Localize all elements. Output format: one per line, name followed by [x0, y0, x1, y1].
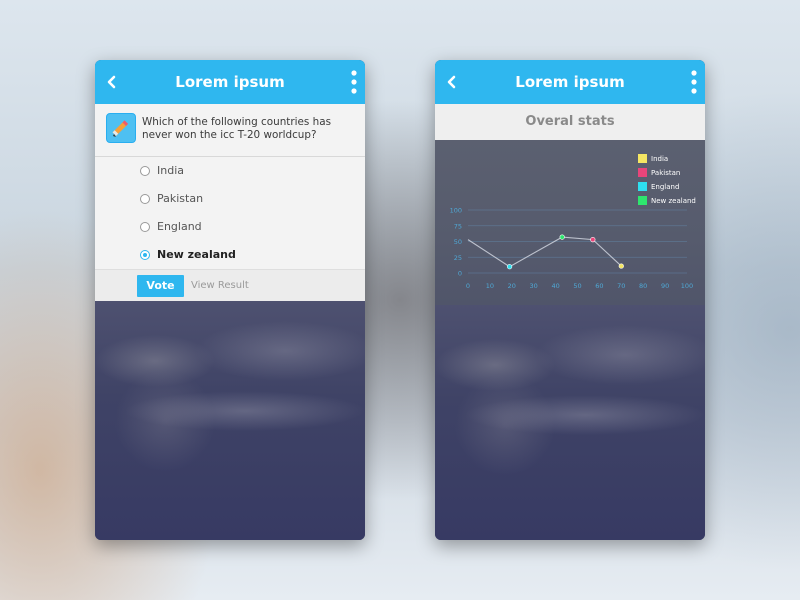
more-menu-icon[interactable]	[690, 70, 698, 94]
legend-label: Pakistan	[651, 169, 680, 177]
x-tick-label: 50	[573, 282, 581, 290]
action-row: Vote View Result	[95, 270, 365, 301]
radio-button-selected[interactable]	[140, 250, 150, 260]
chart-svg: India Pakistan England New zealand 0 25 50 75 10…	[450, 154, 696, 290]
option-label: India	[157, 164, 184, 177]
option-india[interactable]: India	[95, 157, 365, 186]
y-tick-label: 100	[450, 207, 462, 215]
vote-button[interactable]: Vote	[137, 275, 184, 297]
radio-button[interactable]	[140, 194, 150, 204]
y-tick-label: 25	[454, 254, 462, 262]
x-tick-label: 0	[466, 282, 470, 290]
x-tick-label: 10	[486, 282, 494, 290]
legend-swatch	[638, 182, 647, 191]
background-image	[95, 301, 365, 540]
stats-title: Overal stats	[525, 114, 615, 129]
data-point	[507, 264, 513, 270]
x-tick-label: 80	[639, 282, 647, 290]
more-menu-icon[interactable]	[350, 70, 358, 94]
question-panel: Which of the following countries has nev…	[95, 104, 365, 157]
x-tick-label: 60	[595, 282, 603, 290]
x-tick-label: 90	[661, 282, 669, 290]
option-label: Pakistan	[157, 192, 204, 205]
view-result-link[interactable]: View Result	[191, 280, 249, 291]
option-new-zealand[interactable]: New zealand	[95, 241, 365, 270]
y-tick-label: 50	[454, 238, 462, 246]
legend-label: England	[651, 183, 679, 191]
x-tick-label: 20	[508, 282, 516, 290]
pencil-icon	[106, 113, 136, 143]
option-england[interactable]: England	[95, 213, 365, 242]
top-bar: Lorem ipsum	[95, 60, 365, 104]
data-point	[590, 237, 596, 243]
line-chart: India Pakistan England New zealand 0 25 50 75 10…	[435, 140, 705, 305]
radio-button[interactable]	[140, 222, 150, 232]
legend-swatch	[638, 154, 647, 163]
y-tick-label: 0	[458, 270, 462, 278]
stats-header: Overal stats	[435, 104, 705, 141]
x-tick-label: 70	[617, 282, 625, 290]
stats-screen: Lorem ipsum Overal stats India Pakistan En…	[435, 60, 705, 540]
background-image	[435, 305, 705, 540]
top-bar: Lorem ipsum	[435, 60, 705, 104]
page-title: Lorem ipsum	[515, 73, 625, 91]
x-tick-label: 100	[681, 282, 693, 290]
legend-label: New zealand	[651, 197, 696, 205]
page-title: Lorem ipsum	[175, 73, 285, 91]
poll-screen: Lorem ipsum Which of the following count…	[95, 60, 365, 540]
y-tick-label: 75	[454, 222, 462, 230]
data-point	[559, 234, 565, 240]
data-point	[618, 263, 624, 269]
legend-swatch	[638, 196, 647, 205]
option-label: England	[157, 220, 202, 233]
radio-button[interactable]	[140, 166, 150, 176]
option-label: New zealand	[157, 248, 236, 261]
question-text: Which of the following countries has nev…	[142, 116, 331, 141]
x-tick-label: 30	[530, 282, 538, 290]
x-tick-label: 40	[551, 282, 559, 290]
option-pakistan[interactable]: Pakistan	[95, 185, 365, 214]
legend-swatch	[638, 168, 647, 177]
legend-label: India	[651, 155, 668, 163]
